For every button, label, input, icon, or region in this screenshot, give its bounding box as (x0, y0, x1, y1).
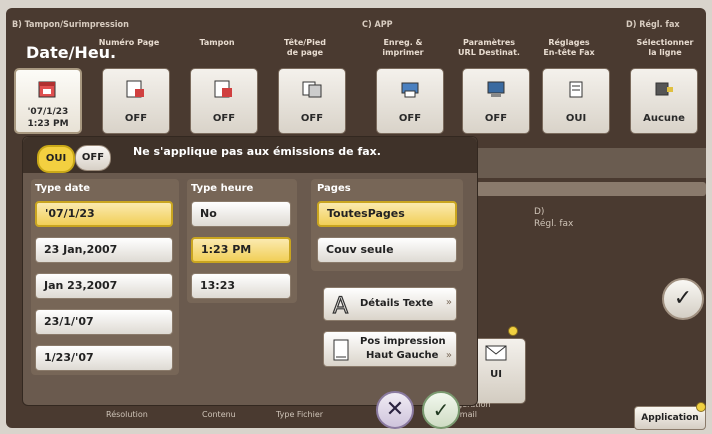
page-position-icon (333, 339, 349, 361)
type-heure-group: Type heure No 1:23 PM 13:23 (187, 179, 297, 303)
calendar-icon (38, 81, 56, 98)
header-footer-icon (302, 81, 322, 98)
type-date-option-1[interactable]: '07/1/23 (35, 201, 173, 227)
status-dot-application (696, 402, 706, 412)
type-heure-option-3[interactable]: 13:23 (191, 273, 291, 299)
page-number-icon (126, 80, 144, 98)
background-strip (446, 148, 706, 178)
type-date-option-4[interactable]: 23/1/'07 (35, 309, 173, 335)
on-button[interactable]: OUI (37, 145, 75, 173)
section-title-c: C) APP (362, 20, 393, 30)
pages-option-couv[interactable]: Couv seule (317, 237, 457, 263)
main-panel: B) Tampon/Surimpression C) APP D) Régl. … (6, 8, 706, 430)
bottom-label-contenu: Contenu (202, 410, 236, 419)
type-heure-option-2[interactable]: 1:23 PM (191, 237, 291, 263)
tile-param-url-value: OFF (484, 113, 508, 124)
background-regl-fax: D) Régl. fax (534, 207, 574, 229)
tile-enreg-imprimer-value: OFF (398, 113, 422, 124)
tile-date-heure[interactable]: '07/1/23 1:23 PM (14, 68, 82, 134)
envelope-icon (485, 345, 507, 361)
type-date-option-5[interactable]: 1/23/'07 (35, 345, 173, 371)
application-button[interactable]: Application (634, 406, 706, 430)
tile-reglages-entete[interactable]: OUI (542, 68, 610, 134)
pos-impression-value: Haut Gauche (366, 350, 439, 361)
tile-reglages-entete-value: OUI (565, 113, 587, 124)
tile-selectionner-ligne-value: Aucune (643, 113, 685, 124)
section-title-d: D) Régl. fax (626, 20, 680, 30)
chevron-right-icon: » (445, 297, 452, 308)
popup-header: OUI OFF Ne s'applique pas aux émissions … (23, 137, 477, 173)
type-date-option-2[interactable]: 23 Jan,2007 (35, 237, 173, 263)
tile-tete-pied[interactable]: OFF (278, 68, 346, 134)
save-print-icon (401, 82, 419, 98)
tab-selectionner-ligne-label: Sélectionner la ligne (636, 38, 694, 57)
section-title-b: B) Tampon/Surimpression (12, 20, 129, 30)
svg-text:A: A (333, 294, 348, 317)
url-destination-icon (487, 81, 505, 97)
tab-reglages-entete-label: Réglages En-tête Fax (543, 38, 595, 57)
pages-group: Pages ToutesPages Couv seule (311, 179, 463, 271)
tile-tampon-value: OFF (212, 113, 236, 124)
stamp-icon (214, 80, 232, 98)
details-texte-label: Détails Texte (360, 298, 434, 309)
tile-selectionner-ligne[interactable]: Aucune (630, 68, 698, 134)
text-a-icon: A (332, 293, 348, 317)
type-heure-option-1[interactable]: No (191, 201, 291, 227)
bottom-label-resolution: Résolution (106, 410, 148, 419)
tile-param-url[interactable]: OFF (462, 68, 530, 134)
type-date-option-3[interactable]: Jan 23,2007 (35, 273, 173, 299)
details-texte-button[interactable]: A Détails Texte » (323, 287, 457, 321)
tab-tampon-label: Tampon (199, 38, 235, 47)
background-ok-button[interactable]: ✓ (662, 278, 704, 320)
popup-note: Ne s'applique pas aux émissions de fax. (133, 145, 381, 158)
type-date-label: Type date (35, 183, 91, 194)
status-dot (508, 326, 518, 336)
fax-header-icon (569, 81, 583, 98)
pages-label: Pages (317, 183, 351, 194)
tab-tete-pied-label: Tête/Pied de page (284, 38, 326, 57)
type-date-group: Type date '07/1/23 23 Jan,2007 Jan 23,20… (31, 179, 179, 375)
tile-tete-pied-value: OFF (300, 113, 324, 124)
pos-impression-button[interactable]: Pos impression Haut Gauche » (323, 331, 457, 367)
tile-tampon[interactable]: OFF (190, 68, 258, 134)
tile-enreg-imprimer[interactable]: OFF (376, 68, 444, 134)
tile-date-heure-value: '07/1/23 1:23 PM (27, 107, 69, 129)
tab-numero-page-label: Numéro Page (98, 38, 160, 47)
tile-numero-page-value: OFF (124, 113, 148, 124)
fax-line-icon (655, 82, 673, 96)
bottom-label-type-fichier: Type Fichier (276, 410, 324, 419)
background-scroll-bar (476, 182, 706, 196)
type-heure-label: Type heure (191, 183, 254, 194)
chevron-right-icon: » (445, 350, 452, 361)
tab-enreg-imprimer-label: Enreg. & imprimer (382, 38, 424, 57)
off-button[interactable]: OFF (75, 145, 111, 171)
pages-option-toutes[interactable]: ToutesPages (317, 201, 457, 227)
cancel-button[interactable]: ✕ (376, 391, 414, 429)
pos-impression-label: Pos impression (360, 336, 446, 347)
copy-screen: B) Tampon/Surimpression C) APP D) Régl. … (0, 0, 712, 434)
ok-button[interactable]: ✓ (422, 391, 460, 429)
tab-param-url-label: Paramètres URL Destinat. (458, 38, 520, 57)
date-time-popup: OUI OFF Ne s'applique pas aux émissions … (22, 136, 478, 406)
tile-numero-page[interactable]: OFF (102, 68, 170, 134)
